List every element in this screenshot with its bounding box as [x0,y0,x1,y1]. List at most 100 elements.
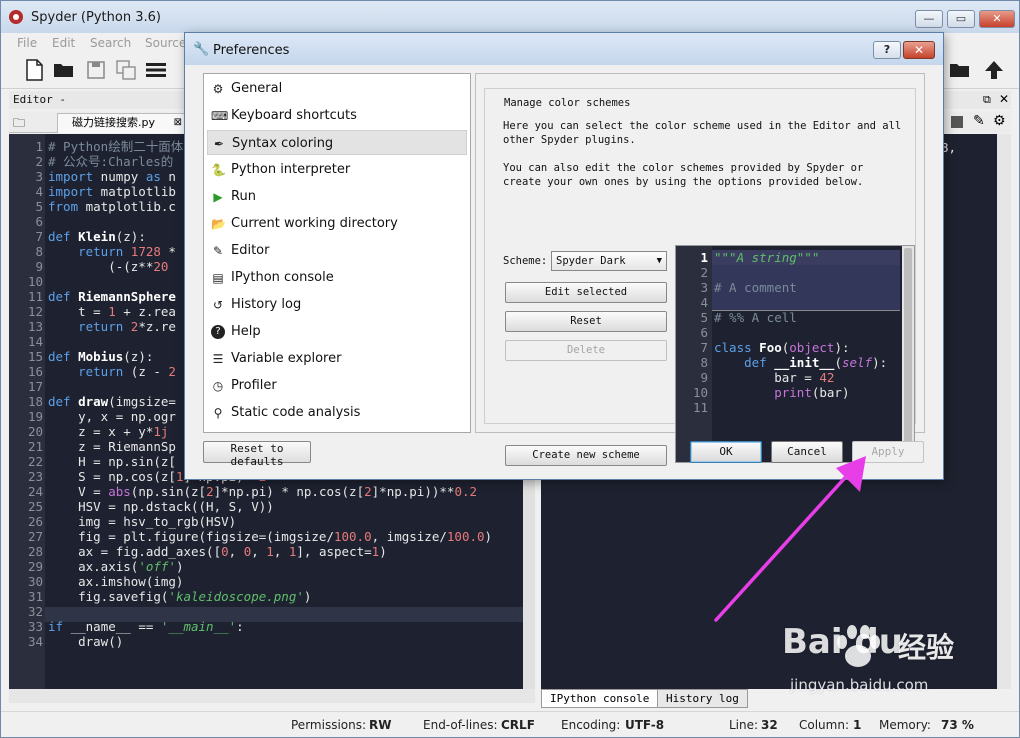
line-number: 22 [27,454,43,469]
group-title: Manage color schemes [501,97,634,109]
ok-button[interactable]: OK [690,441,762,463]
dialog-title: Preferences [213,43,290,58]
status-memory-label: Memory: [879,718,931,732]
tab-ipython-console[interactable]: IPython console [541,689,659,708]
title-bar: Spyder (Python 3.6) — ▭ ✕ [1,1,1019,33]
stop-icon[interactable] [951,116,963,128]
code-line: def RiemannSphere [48,289,176,304]
line-number: 1 [35,139,43,154]
minimize-button[interactable]: — [915,10,943,28]
menu-file[interactable]: File [17,36,37,50]
category-static-code-analysis[interactable]: ⚲ Static code analysis [207,400,467,425]
editor-file-tab[interactable]: 磁力链接搜索.py ⊠ [57,113,187,133]
close-pane-icon[interactable]: ✕ [999,92,1009,106]
preview-gutter: 1 2 3 4 5 6 7 8 9 10 11 [676,246,712,462]
line-number: 20 [27,424,43,439]
help-icon: ? [211,325,225,339]
line-number: 19 [27,409,43,424]
category-history-log[interactable]: ↺ History log [207,292,467,317]
history-icon: ↺ [212,298,224,312]
preview-line-number: 8 [700,355,708,370]
preview-line-number: 6 [700,325,708,340]
reset-button[interactable]: Reset [505,311,667,332]
preview-line-number: 2 [700,265,708,280]
code-line: return 2*z.re [78,319,176,334]
category-ipython-console[interactable]: ▤ IPython console [207,265,467,290]
save-icon[interactable] [85,59,107,81]
console-vertical-scrollbar[interactable] [997,134,1011,689]
category-python-interpreter[interactable]: 🐍 Python interpreter [207,157,467,182]
gears-icon: ⚙ [212,82,224,96]
apply-button[interactable]: Apply [852,441,924,463]
status-permissions-label: Permissions: [291,718,367,732]
edit-selected-button[interactable]: Edit selected [505,282,667,303]
category-editor[interactable]: ✎ Editor [207,238,467,263]
category-syntax-coloring[interactable]: ✒ Syntax coloring [207,130,467,155]
line-number: 12 [27,304,43,319]
category-general[interactable]: ⚙ General [207,76,467,101]
description-2: You can also edit the color schemes prov… [503,162,864,188]
list-icon[interactable] [145,59,167,81]
tab-close-icon[interactable]: ⊠ [174,114,182,132]
status-line-label: Line: [729,718,759,732]
line-number: 33 [27,619,43,634]
line-number: 8 [35,244,43,259]
editor-horizontal-scrollbar[interactable] [9,689,535,703]
category-keyboard-shortcuts[interactable]: ⌨ Keyboard shortcuts [207,103,467,128]
category-label: History log [231,297,302,312]
reset-to-defaults-button[interactable]: Reset to defaults [203,441,311,468]
preview-code-line: # A comment [714,280,797,295]
code-line: V = abs(np.sin(z[2]*np.pi) * np.cos(z[2]… [48,484,478,499]
code-line: import matplotlib [48,184,176,199]
code-line: ax = fig.add_axes([0, 0, 1, 1], aspect=1… [48,544,387,559]
create-new-scheme-button[interactable]: Create new scheme [505,445,667,466]
preview-line-number: 4 [700,295,708,310]
scheme-select[interactable]: Spyder Dark ▼ [551,251,667,271]
close-button[interactable]: ✕ [979,10,1015,28]
cancel-button[interactable]: Cancel [771,441,843,463]
undock-icon[interactable]: ⧉ [983,93,991,107]
line-number: 5 [35,199,43,214]
maximize-button[interactable]: ▭ [947,10,975,28]
tab-history-log[interactable]: History log [657,689,748,708]
gear-icon[interactable]: ⚙ [993,113,1006,129]
line-number: 11 [27,289,43,304]
dialog-help-button[interactable]: ? [873,41,901,59]
category-current-working-directory[interactable]: 📂 Current working directory [207,211,467,236]
file-browser-icon[interactable]: 🗀 [13,114,25,135]
arrow-up-icon[interactable] [983,59,1005,81]
line-number: 15 [27,349,43,364]
edit-icon: ✎ [212,244,224,258]
line-number: 25 [27,499,43,514]
code-line: if __name__ == '__main__': [48,619,244,634]
delete-button[interactable]: Delete [505,340,667,361]
code-line: t = 1 + z.rea [48,304,176,319]
category-variable-explorer[interactable]: ☰ Variable explorer [207,346,467,371]
menu-source[interactable]: Source [145,36,186,50]
status-memory-value: 73 % [941,718,974,732]
status-column-label: Column: [799,718,849,732]
open-folder-icon[interactable] [53,59,75,81]
code-line: # Python绘制二十面体 [48,139,184,154]
edit-icon[interactable]: ✎ [973,113,985,129]
preview-scrollbar-thumb[interactable] [904,248,912,444]
line-number: 27 [27,529,43,544]
preview-code-line: # %% A cell [714,310,797,325]
open-folder-icon-right[interactable] [949,59,971,81]
new-file-icon[interactable] [23,59,45,81]
clock-icon: ◷ [212,379,224,393]
category-profiler[interactable]: ◷ Profiler [207,373,467,398]
code-line: fig.savefig('kaleidoscope.png') [48,589,312,604]
dialog-close-button[interactable]: ✕ [903,41,935,59]
line-number: 2 [35,154,43,169]
category-run[interactable]: ▶ Run [207,184,467,209]
preview-code-line: """A string""" [714,250,820,265]
category-help[interactable]: ? Help [207,319,467,344]
category-label: Keyboard shortcuts [231,108,357,123]
code-line: from matplotlib.c [48,199,176,214]
menu-edit[interactable]: Edit [52,36,75,50]
code-line: HSV = np.dstack((H, S, V)) [48,499,274,514]
line-number: 16 [27,364,43,379]
menu-search[interactable]: Search [90,36,131,50]
save-all-icon[interactable] [115,59,137,81]
